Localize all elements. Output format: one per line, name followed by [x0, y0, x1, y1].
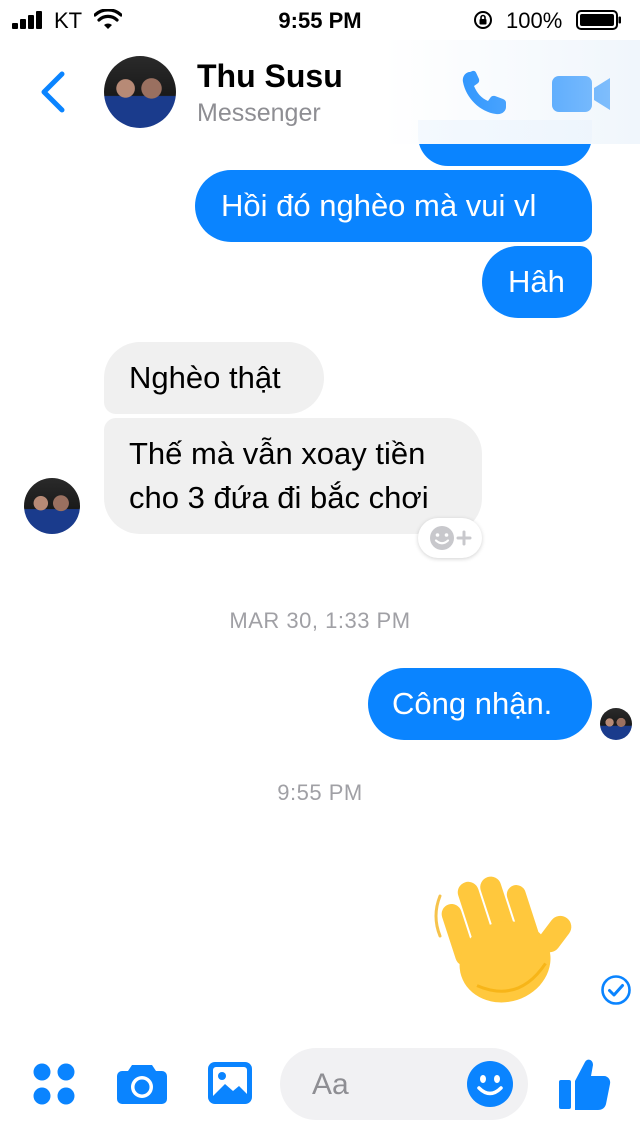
battery-icon: [576, 10, 621, 30]
message-input-container[interactable]: [280, 1048, 528, 1120]
message-text: Hồi đó nghèo mà vui vl: [221, 188, 537, 223]
back-icon[interactable]: [34, 68, 74, 116]
timestamp: MAR 30, 1:33 PM: [229, 608, 411, 633]
contact-subtitle: Messenger: [197, 99, 321, 127]
battery-percent: 100%: [506, 8, 563, 33]
add-reaction-button[interactable]: [418, 518, 482, 558]
message-text-line: cho 3 đứa đi bắc chơi: [129, 480, 429, 515]
seen-avatar: [600, 708, 632, 740]
message-bubble-outgoing[interactable]: Hâh: [482, 246, 592, 318]
emoji-icon[interactable]: [466, 1060, 514, 1108]
message-bubble-incoming[interactable]: Nghèo thật: [104, 342, 324, 414]
message-composer: [0, 1036, 640, 1136]
phone-icon[interactable]: [456, 66, 512, 120]
waving-hand-emoji[interactable]: [428, 866, 576, 1010]
thumbs-up-icon[interactable]: [556, 1056, 612, 1112]
status-bar: KT 9:55 PM 100%: [0, 0, 640, 40]
add-reaction-icon: [430, 526, 472, 550]
gallery-icon[interactable]: [206, 1060, 254, 1106]
message-text: Nghèo thật: [129, 360, 281, 395]
orientation-lock-icon: [474, 11, 492, 29]
message-text: Hâh: [508, 264, 565, 299]
message-input[interactable]: [310, 1062, 464, 1108]
message-text: Công nhận.: [392, 686, 553, 721]
contact-avatar[interactable]: [104, 56, 176, 128]
message-bubble-outgoing[interactable]: Công nhận.: [368, 668, 592, 740]
contact-avatar[interactable]: [24, 478, 80, 534]
conversation-header: Thu Susu Messenger: [0, 40, 640, 144]
video-icon[interactable]: [550, 72, 612, 116]
timestamp: 9:55 PM: [277, 780, 363, 805]
message-text-line: Thế mà vẫn xoay tiền: [129, 436, 426, 471]
message-bubble-outgoing[interactable]: Hồi đó nghèo mà vui vl: [195, 170, 592, 242]
delivered-check-icon: [601, 975, 631, 1005]
menu-icon[interactable]: [32, 1062, 76, 1106]
camera-icon[interactable]: [116, 1061, 168, 1105]
message-bubble-incoming[interactable]: Thế mà vẫn xoay tiền cho 3 đứa đi bắc ch…: [104, 418, 482, 534]
contact-name[interactable]: Thu Susu: [197, 58, 343, 95]
